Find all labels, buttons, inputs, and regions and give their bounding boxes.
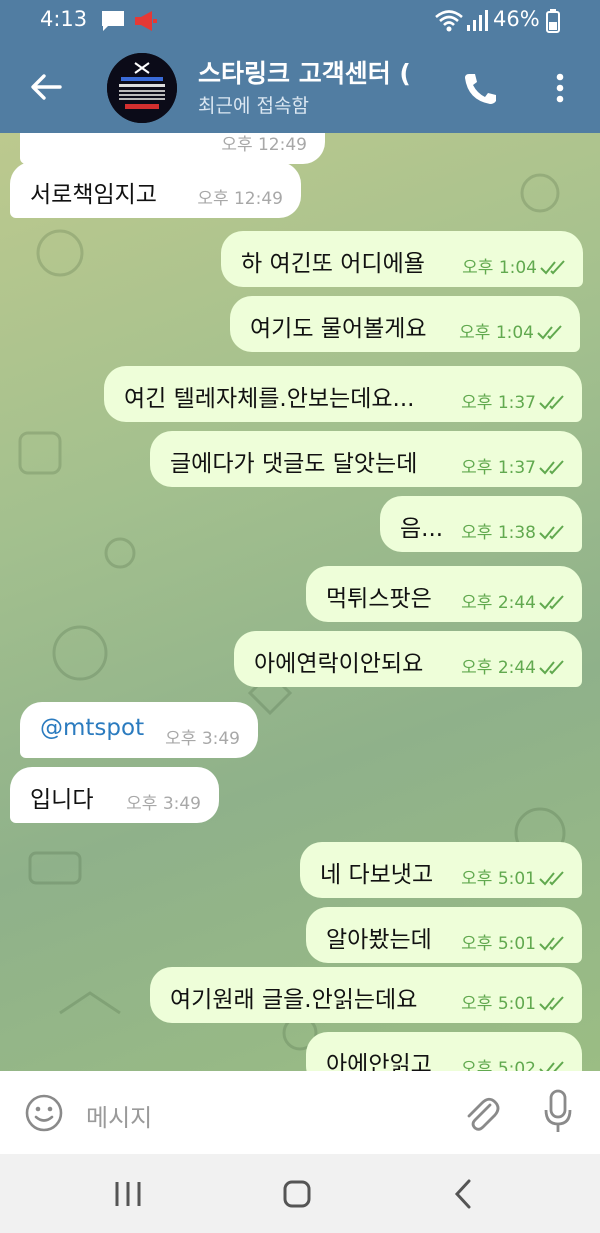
message-text: 여기원래 글을.안읽는데요 (170, 987, 418, 1013)
message-time: 오후 1:37 (461, 458, 536, 478)
message-text: 여긴 텔레자체를.안보는데요... (124, 386, 415, 412)
message-time: 오후 5:02 (461, 1059, 536, 1071)
message-time: 오후 5:01 (461, 934, 536, 954)
message-incoming[interactable]: 입니다 오후 3:49 (10, 767, 219, 823)
double-check-icon (539, 525, 564, 540)
message-time: 오후 2:44 (461, 658, 536, 678)
chat-header: 4:13 46% 스타링크 고객센터 (최근에 접속함 (0, 0, 600, 133)
back-arrow-icon[interactable] (26, 70, 66, 104)
message-outgoing[interactable]: 여긴 텔레자체를.안보는데요... 오후 1:37 (104, 366, 582, 422)
system-nav-bar (0, 1154, 600, 1233)
message-time: 오후 1:04 (462, 258, 537, 278)
message-outgoing[interactable]: 하 여긴또 어디에욜 오후 1:04 (221, 231, 583, 287)
signal-icon (467, 10, 488, 31)
message-text: 글에다가 댓글도 달앗는데 (170, 451, 418, 477)
message-outgoing[interactable]: 먹튀스팟은 오후 2:44 (306, 566, 582, 622)
message-outgoing[interactable]: 여기도 물어볼게요 오후 1:04 (230, 296, 580, 352)
message-incoming[interactable]: 서로책임지고 오후 12:49 (10, 162, 301, 218)
double-check-icon (539, 660, 564, 675)
phone-icon[interactable] (460, 70, 500, 106)
message-text: 여기도 물어볼게요 (250, 316, 427, 342)
message-incoming[interactable]: 오후 12:49 (20, 133, 325, 164)
message-notification-icon (102, 11, 124, 31)
more-vert-icon[interactable] (548, 70, 572, 106)
message-time: 오후 1:04 (459, 323, 534, 343)
home-icon[interactable] (277, 1176, 317, 1212)
message-list[interactable]: 오후 12:49 서로책임지고 오후 12:49 하 여긴또 어디에욜 오후 1… (0, 133, 600, 1071)
wifi-icon (435, 10, 463, 32)
double-check-icon (539, 595, 564, 610)
status-time: 4:13 (40, 7, 88, 31)
message-outgoing[interactable]: 글에다가 댓글도 달앗는데 오후 1:37 (150, 431, 582, 487)
back-nav-icon[interactable] (445, 1176, 485, 1212)
double-check-icon (539, 936, 564, 951)
mention-link[interactable]: @mtspot (40, 715, 144, 741)
status-bar: 4:13 46% (0, 0, 600, 42)
message-composer: 메시지 (0, 1071, 600, 1154)
message-text: 먹튀스팟은 (326, 586, 432, 612)
message-time: 오후 3:49 (126, 794, 201, 814)
megaphone-icon (135, 11, 157, 31)
message-time: 오후 12:49 (221, 135, 307, 155)
double-check-icon (539, 996, 564, 1011)
recents-icon[interactable] (108, 1176, 148, 1212)
message-input[interactable]: 메시지 (86, 1098, 152, 1133)
double-check-icon (537, 325, 562, 340)
message-text: 아에연락이안되요 (254, 651, 424, 677)
message-time: 오후 3:49 (165, 729, 240, 749)
double-check-icon (539, 1061, 564, 1071)
avatar[interactable] (107, 53, 177, 123)
message-outgoing[interactable]: 알아봤는데 오후 5:01 (306, 907, 582, 963)
message-text: 음... (400, 516, 444, 542)
emoji-icon[interactable] (24, 1093, 64, 1133)
message-time: 오후 5:01 (461, 994, 536, 1014)
message-time: 오후 5:01 (461, 869, 536, 889)
message-time: 오후 1:37 (461, 393, 536, 413)
message-text: 하 여긴또 어디에욜 (241, 251, 425, 277)
message-text: 입니다 (30, 787, 94, 813)
message-outgoing[interactable]: 음... 오후 1:38 (380, 496, 582, 552)
double-check-icon (540, 260, 565, 275)
message-text: 서로책임지고 (30, 182, 157, 208)
message-outgoing[interactable]: 아에안읽고 오후 5:02 (306, 1032, 582, 1071)
double-check-icon (539, 460, 564, 475)
message-outgoing[interactable]: 여기원래 글을.안읽는데요 오후 5:01 (150, 967, 582, 1023)
message-time: 오후 1:38 (461, 523, 536, 543)
chat-title[interactable]: 스타링크 고객센터 ( (198, 54, 438, 90)
message-time: 오후 12:49 (197, 189, 283, 209)
message-text: 알아봤는데 (326, 927, 432, 953)
double-check-icon (539, 871, 564, 886)
message-incoming[interactable]: @mtspot 오후 3:49 (20, 702, 258, 758)
starlink-logo-icon (107, 53, 177, 123)
message-outgoing[interactable]: 네 다보냇고 오후 5:01 (300, 842, 582, 898)
battery-percent: 46% (493, 7, 540, 31)
message-outgoing[interactable]: 아에연락이안되요 오후 2:44 (234, 631, 582, 687)
double-check-icon (539, 395, 564, 410)
message-text: 아에안읽고 (326, 1052, 432, 1071)
attach-icon[interactable] (460, 1091, 500, 1135)
message-text: 네 다보냇고 (320, 862, 434, 888)
last-seen-status: 최근에 접속함 (198, 95, 309, 117)
mic-icon[interactable] (543, 1088, 573, 1136)
message-time: 오후 2:44 (461, 593, 536, 613)
battery-icon (546, 9, 560, 33)
